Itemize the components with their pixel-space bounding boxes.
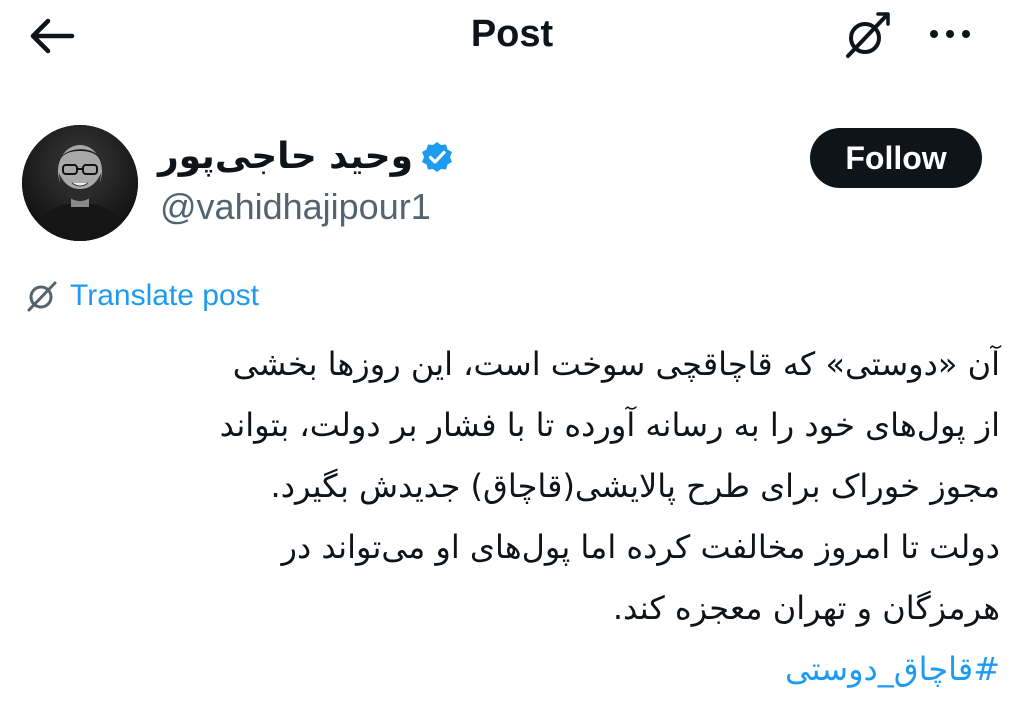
translate-globe-icon [22, 276, 62, 316]
translate-button[interactable] [836, 8, 896, 64]
post-text-line: مجوز خوراک برای طرح پالایشی(قاچاق) جدیدش… [270, 467, 1000, 505]
hashtag-line: #قاچاق_دوستی [24, 639, 1000, 700]
translate-post-link[interactable]: Translate post [22, 274, 259, 318]
translate-globe-icon [846, 12, 890, 58]
follow-button[interactable]: Follow [810, 128, 982, 188]
author-name[interactable]: وحید حاجی‌پور [158, 133, 413, 181]
author-handle[interactable]: @vahidhajipour1 [160, 185, 431, 229]
more-horizontal-icon [930, 30, 938, 38]
verified-check-icon [422, 142, 452, 172]
verified-badge[interactable] [419, 139, 455, 175]
translate-post-label: Translate post [70, 279, 259, 312]
author-name-row: وحید حاجی‌پور [158, 132, 455, 182]
more-options-button[interactable] [918, 14, 982, 54]
post-text-line: از پول‌های خود را به رسانه آورده تا با ف… [219, 406, 1000, 444]
top-bar: Post [0, 0, 1024, 70]
avatar[interactable] [22, 125, 138, 241]
profile-photo [22, 125, 138, 241]
post-text: آن «دوستی» که قاچاقچی سوخت است، این روزه… [24, 334, 1000, 700]
post-text-line: آن «دوستی» که قاچاقچی سوخت است، این روزه… [232, 345, 1000, 383]
post-text-line: دولت تا امروز مخالفت کرده اما پول‌های او… [281, 528, 1000, 566]
post-text-line: هرمزگان و تهران معجزه کند. [612, 589, 1000, 627]
hashtag-link[interactable]: #قاچاق_دوستی [785, 650, 1000, 688]
